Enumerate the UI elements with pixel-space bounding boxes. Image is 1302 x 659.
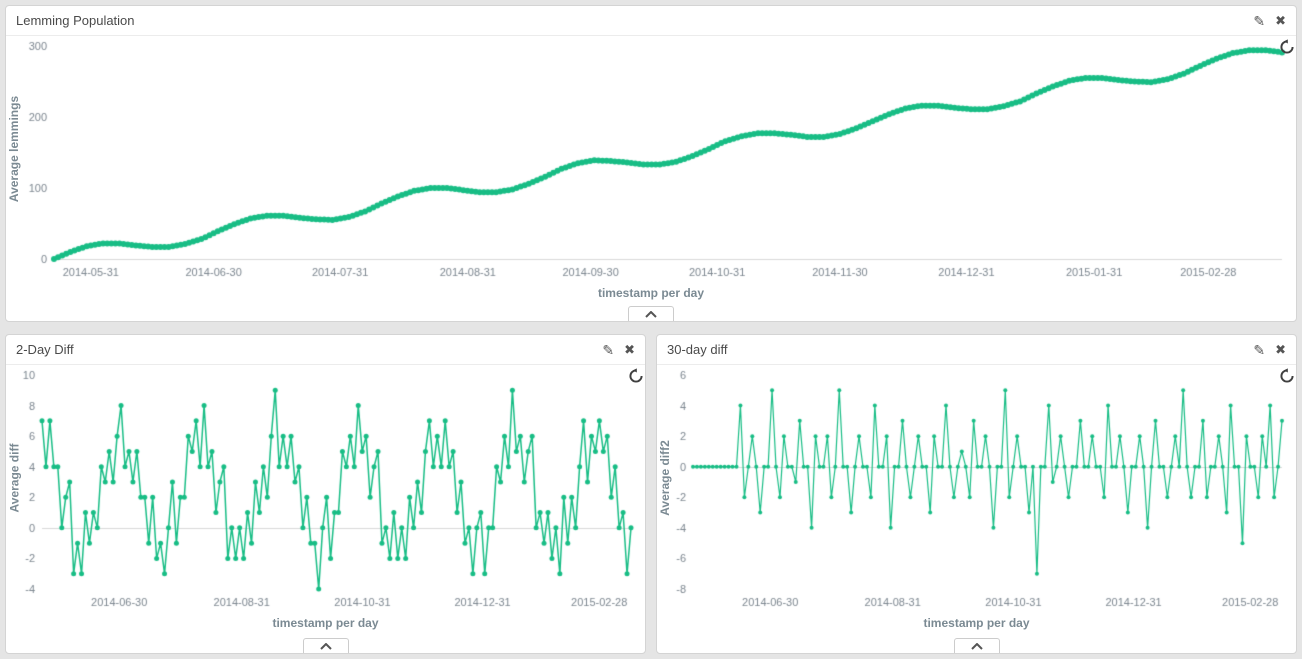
panel-actions: ✎ ✖	[1243, 14, 1286, 28]
panel-2-day-diff: 2-Day Diff ✎ ✖ Average diff timestamp pe…	[5, 334, 646, 654]
collapse-button[interactable]	[954, 638, 1000, 653]
panel-title: Lemming Population	[16, 13, 135, 28]
x-axis-title: timestamp per day	[6, 615, 645, 635]
chart-area: Average diff	[6, 365, 645, 615]
panel-actions: ✎ ✖	[1243, 343, 1286, 357]
edit-icon[interactable]: ✎	[602, 343, 614, 357]
panel-lemming-population: Lemming Population ✎ ✖ Average lemmings …	[5, 5, 1297, 322]
history-icon[interactable]	[1279, 39, 1295, 55]
x-axis-title: timestamp per day	[6, 285, 1296, 305]
panel-body: Average lemmings timestamp per day	[6, 36, 1296, 321]
panel-body: Average diff timestamp per day	[6, 365, 645, 653]
thirty-day-diff-chart-canvas[interactable]	[657, 365, 1296, 615]
chevron-up-icon	[645, 311, 657, 318]
edit-icon[interactable]: ✎	[1253, 14, 1265, 28]
edit-icon[interactable]: ✎	[1253, 343, 1265, 357]
x-axis-title: timestamp per day	[657, 615, 1296, 635]
chevron-up-icon	[971, 643, 983, 650]
collapse-button[interactable]	[628, 306, 674, 321]
close-icon[interactable]: ✖	[624, 343, 635, 356]
history-icon[interactable]	[628, 368, 644, 384]
bottom-row: 2-Day Diff ✎ ✖ Average diff timestamp pe…	[5, 334, 1297, 654]
chevron-up-icon	[320, 643, 332, 650]
panel-title: 30-day diff	[667, 342, 727, 357]
panel-header: 30-day diff ✎ ✖	[657, 335, 1296, 365]
collapse-button[interactable]	[303, 638, 349, 653]
history-icon[interactable]	[1279, 368, 1295, 384]
panel-body: Average diff2 timestamp per day	[657, 365, 1296, 653]
panel-header: 2-Day Diff ✎ ✖	[6, 335, 645, 365]
panel-30-day-diff: 30-day diff ✎ ✖ Average diff2 timestamp …	[656, 334, 1297, 654]
panel-title: 2-Day Diff	[16, 342, 74, 357]
panel-header: Lemming Population ✎ ✖	[6, 6, 1296, 36]
lemming-population-chart-canvas[interactable]	[6, 36, 1296, 285]
chart-area: Average diff2	[657, 365, 1296, 615]
two-day-diff-chart-canvas[interactable]	[6, 365, 645, 615]
close-icon[interactable]: ✖	[1275, 343, 1286, 356]
chart-area: Average lemmings	[6, 36, 1296, 285]
panel-actions: ✎ ✖	[592, 343, 635, 357]
close-icon[interactable]: ✖	[1275, 14, 1286, 27]
